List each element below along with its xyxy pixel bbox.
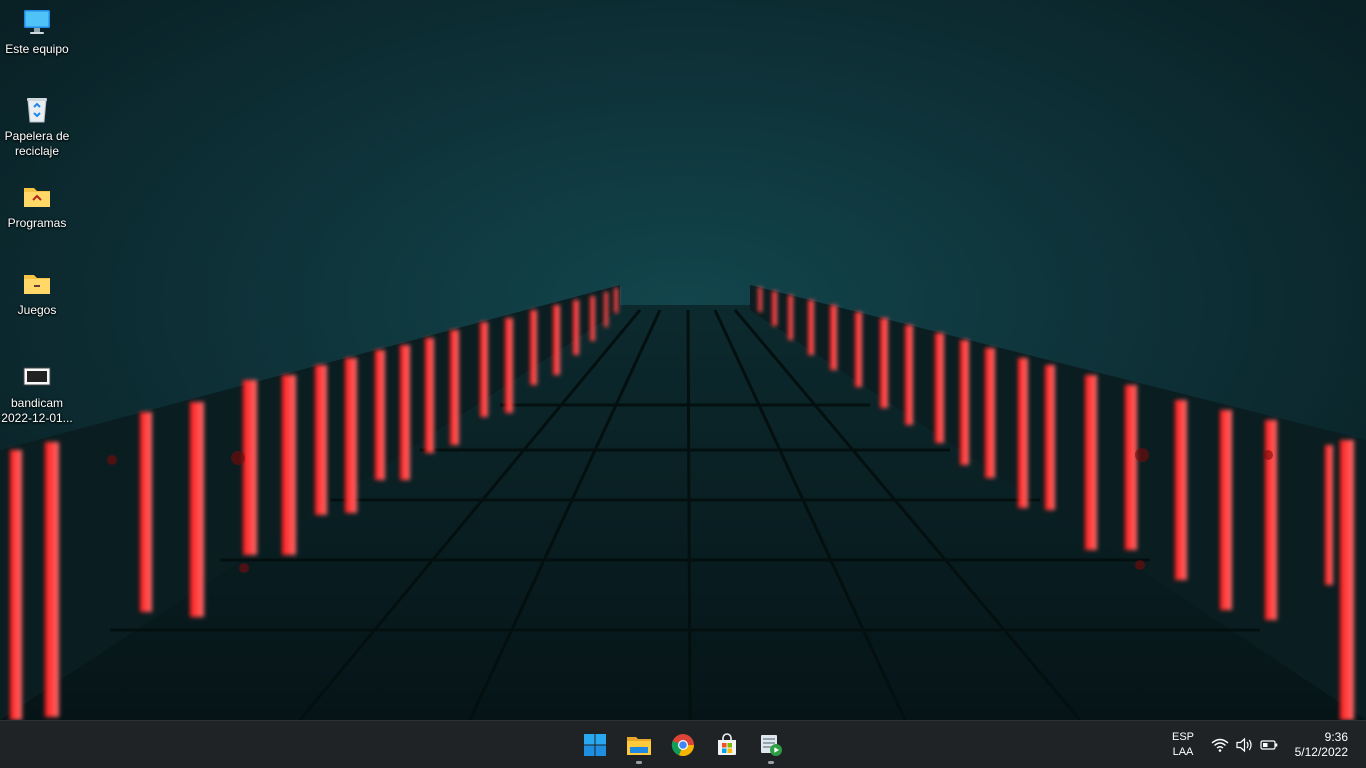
language-code: ESP	[1171, 731, 1194, 743]
keyboard-layout-code: LAA	[1172, 746, 1194, 758]
system-clock[interactable]: 9:36 5/12/2022	[1295, 730, 1348, 760]
chrome-icon	[671, 734, 695, 757]
desktop-icon-label: Papelera de reciclaje	[4, 129, 70, 158]
desktop-icon-bandicam[interactable]: bandicam 2022-12-01...	[0, 360, 74, 426]
chrome-button[interactable]	[663, 725, 703, 765]
microsoft-store-icon	[718, 733, 736, 755]
desktop-icon-label: Programas	[7, 216, 67, 230]
media-player-icon	[761, 735, 782, 756]
recycle-bin-icon	[27, 98, 47, 123]
windows-start-icon	[584, 734, 606, 756]
desktop-icon-este-equipo[interactable]: Este equipo	[0, 6, 74, 57]
folder-icon	[24, 188, 50, 207]
taskbar: ESP LAA 9:36 5/12/2022	[0, 720, 1366, 768]
store-button[interactable]	[707, 725, 747, 765]
desktop-icon-label: Este equipo	[5, 42, 69, 56]
desktop-icon-juegos[interactable]: Juegos	[0, 267, 74, 318]
battery-icon[interactable]	[1260, 737, 1278, 753]
desktop-icon-papelera[interactable]: Papelera de reciclaje	[0, 93, 74, 159]
file-explorer-button[interactable]	[619, 725, 659, 765]
video-file-icon	[23, 367, 51, 386]
running-indicator	[768, 761, 774, 764]
desktop-icon-programas[interactable]: Programas	[0, 180, 74, 231]
media-app-button[interactable]	[751, 725, 791, 765]
clock-date: 5/12/2022	[1294, 745, 1348, 759]
start-button[interactable]	[575, 725, 615, 765]
wifi-icon[interactable]	[1211, 737, 1229, 753]
folder-icon	[24, 275, 50, 294]
volume-icon[interactable]	[1236, 737, 1254, 753]
input-language-indicator[interactable]: ESP LAA	[1162, 730, 1204, 760]
clock-time: 9:36	[1324, 730, 1348, 744]
desktop-icon-label: Juegos	[17, 303, 57, 317]
monitor-icon	[24, 10, 50, 34]
desktop-icon-label: bandicam 2022-12-01...	[1, 396, 73, 425]
desktop-wallpaper	[0, 0, 1366, 720]
file-explorer-icon	[627, 737, 651, 755]
running-indicator	[636, 761, 642, 764]
